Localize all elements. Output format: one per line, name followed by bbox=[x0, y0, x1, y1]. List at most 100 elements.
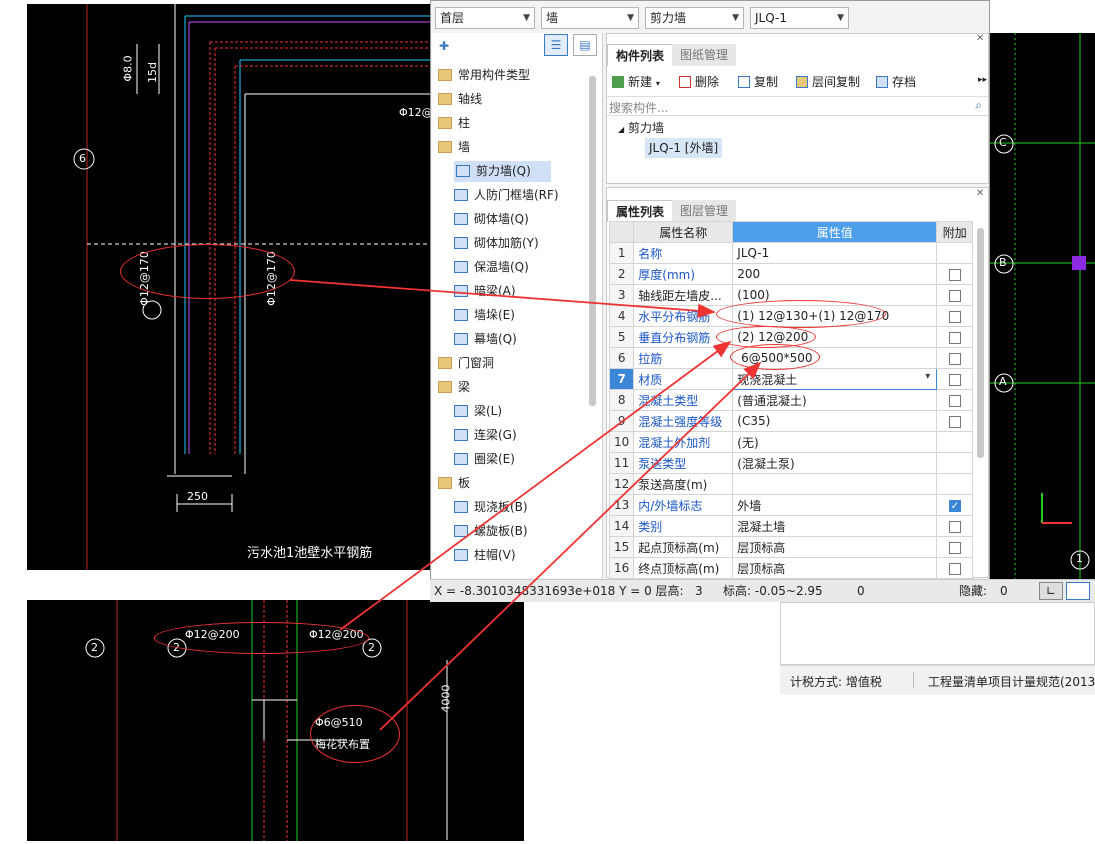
property-extra bbox=[936, 473, 974, 495]
floor-select[interactable]: 首层 ▼ bbox=[435, 7, 535, 29]
tree-item[interactable]: 保温墙(Q) bbox=[454, 257, 529, 278]
grid-view-icon[interactable]: ▤ bbox=[573, 34, 597, 56]
tree-item[interactable]: 连梁(G) bbox=[454, 425, 517, 446]
new-button[interactable]: 新建 ▾ bbox=[612, 72, 660, 92]
tree-item[interactable]: 门窗洞 bbox=[438, 353, 494, 374]
property-value[interactable] bbox=[732, 473, 938, 495]
extra-checkbox[interactable] bbox=[948, 541, 961, 554]
highlight-ellipse-rebar bbox=[120, 244, 295, 299]
component-group[interactable]: ◢ 剪力墙 bbox=[618, 119, 664, 136]
tree-item[interactable]: 砌体加筋(Y) bbox=[454, 233, 539, 254]
highlight-ellipse-prop-tie bbox=[730, 344, 820, 370]
extra-checkbox[interactable]: ✓ bbox=[948, 499, 961, 512]
property-row[interactable]: 12 泵送高度(m) bbox=[608, 473, 974, 495]
header-value: 属性值 bbox=[732, 221, 938, 243]
property-row[interactable]: 10 混凝土外加剂 (无) bbox=[608, 431, 974, 453]
property-row[interactable]: 13 内/外墙标志 外墙 ✓ bbox=[608, 494, 974, 516]
category-select[interactable]: 墙 ▼ bbox=[541, 7, 639, 29]
tree-item[interactable]: 幕墙(Q) bbox=[454, 329, 517, 350]
property-value[interactable]: 现浇混凝土 ▾ bbox=[732, 368, 938, 390]
property-value[interactable]: (混凝土泵) bbox=[732, 452, 938, 474]
tree-item[interactable]: 现浇板(B) bbox=[454, 497, 528, 518]
property-scrollbar[interactable] bbox=[977, 228, 984, 458]
property-value[interactable]: (无) bbox=[732, 431, 938, 453]
extra-checkbox[interactable] bbox=[948, 331, 961, 344]
property-value[interactable]: 混凝土墙 bbox=[732, 515, 938, 537]
property-value[interactable]: (C35) bbox=[732, 410, 938, 432]
extra-checkbox[interactable] bbox=[948, 289, 961, 302]
view-icon[interactable] bbox=[1066, 582, 1090, 600]
tree-item[interactable]: 砌体墙(Q) bbox=[454, 209, 529, 230]
extra-checkbox[interactable] bbox=[948, 394, 961, 407]
property-value[interactable]: 层顶标高 bbox=[732, 536, 938, 558]
property-row[interactable]: 9 混凝土强度等级 (C35) bbox=[608, 410, 974, 432]
tree-scrollbar[interactable] bbox=[589, 76, 596, 406]
snap-icon[interactable]: ∟ bbox=[1039, 582, 1063, 600]
property-value[interactable]: (普通混凝土) bbox=[732, 389, 938, 411]
property-row[interactable]: 7 材质 现浇混凝土 ▾ bbox=[608, 368, 974, 390]
tree-item[interactable]: 常用构件类型 bbox=[438, 65, 530, 86]
property-extra bbox=[936, 557, 974, 579]
extra-checkbox[interactable] bbox=[948, 310, 961, 323]
component-item-jlq1[interactable]: JLQ-1 [外墙] bbox=[645, 138, 723, 158]
floor-copy-button[interactable]: 层间复制 bbox=[796, 72, 860, 92]
floor-copy-icon bbox=[796, 76, 808, 88]
search-box[interactable]: 搜索构件... ⌕ bbox=[607, 96, 988, 116]
property-extra bbox=[936, 368, 974, 390]
tree-item[interactable]: 暗梁(A) bbox=[454, 281, 516, 302]
tree-item[interactable]: 墙垛(E) bbox=[454, 305, 515, 326]
tree-item[interactable]: 圈梁(E) bbox=[454, 449, 515, 470]
extra-checkbox[interactable] bbox=[948, 373, 961, 386]
extra-checkbox[interactable] bbox=[948, 352, 961, 365]
property-row[interactable]: 1 名称 JLQ-1 bbox=[608, 242, 974, 264]
tab-property-list[interactable]: 属性列表 bbox=[607, 200, 674, 222]
tree-item[interactable]: 梁(L) bbox=[454, 401, 502, 422]
list-view-icon[interactable]: ☰ bbox=[544, 34, 568, 56]
tree-item-label: 砌体加筋(Y) bbox=[474, 236, 539, 250]
pin-icon[interactable]: ✚ bbox=[439, 39, 449, 53]
property-row[interactable]: 14 类别 混凝土墙 bbox=[608, 515, 974, 537]
folder-icon bbox=[438, 117, 452, 129]
extra-checkbox[interactable] bbox=[948, 415, 961, 428]
tree-item[interactable]: 墙 bbox=[438, 137, 470, 158]
extra-checkbox[interactable] bbox=[948, 520, 961, 533]
property-name: 混凝土类型 bbox=[633, 389, 734, 411]
archive-icon bbox=[876, 76, 888, 88]
tree-item[interactable]: 柱 bbox=[438, 113, 470, 134]
tree-item[interactable]: 梁 bbox=[438, 377, 470, 398]
property-row[interactable]: 8 混凝土类型 (普通混凝土) bbox=[608, 389, 974, 411]
property-extra bbox=[936, 347, 974, 369]
tree-item-label: 墙 bbox=[458, 140, 471, 154]
close-icon[interactable]: ✕ bbox=[976, 188, 984, 199]
extra-checkbox[interactable] bbox=[948, 268, 961, 281]
property-row[interactable]: 16 终点顶标高(m) 层顶标高 bbox=[608, 557, 974, 579]
type-select[interactable]: 剪力墙 ▼ bbox=[645, 7, 744, 29]
chevron-down-icon[interactable]: ▾ bbox=[925, 371, 930, 382]
cad-axis-6-label: 6 bbox=[79, 152, 86, 165]
archive-button[interactable]: 存档 bbox=[876, 72, 916, 92]
tree-item[interactable]: 轴线 bbox=[438, 89, 482, 110]
extra-checkbox[interactable] bbox=[948, 562, 961, 575]
tax-mode: 计税方式: 增值税 bbox=[790, 675, 882, 689]
tab-drawing-manage[interactable]: 图纸管理 bbox=[672, 44, 737, 66]
folder-icon bbox=[438, 477, 452, 489]
delete-button[interactable]: 删除 bbox=[679, 72, 719, 92]
tree-item[interactable]: 柱帽(V) bbox=[454, 545, 516, 566]
property-value[interactable]: JLQ-1 bbox=[732, 242, 938, 264]
property-value[interactable]: 层顶标高 bbox=[732, 557, 938, 579]
property-value[interactable]: 200 bbox=[732, 263, 938, 285]
copy-button[interactable]: 复制 bbox=[738, 72, 778, 92]
property-row[interactable]: 11 泵送类型 (混凝土泵) bbox=[608, 452, 974, 474]
property-value[interactable]: 外墙 bbox=[732, 494, 938, 516]
component-select[interactable]: JLQ-1 ▼ bbox=[750, 7, 849, 29]
tree-item[interactable]: 剪力墙(Q) bbox=[454, 161, 551, 182]
close-icon[interactable]: ✕ bbox=[976, 33, 984, 44]
tree-item[interactable]: 板 bbox=[438, 473, 470, 494]
tab-component-list[interactable]: 构件列表 bbox=[607, 44, 674, 66]
more-icon[interactable]: ▸▸ bbox=[978, 75, 987, 85]
property-row[interactable]: 15 起点顶标高(m) 层顶标高 bbox=[608, 536, 974, 558]
tree-item[interactable]: 螺旋板(B) bbox=[454, 521, 528, 542]
property-row[interactable]: 2 厚度(mm) 200 bbox=[608, 263, 974, 285]
tab-layer-manage[interactable]: 图层管理 bbox=[672, 200, 737, 222]
tree-item[interactable]: 人防门框墙(RF) bbox=[454, 185, 559, 206]
